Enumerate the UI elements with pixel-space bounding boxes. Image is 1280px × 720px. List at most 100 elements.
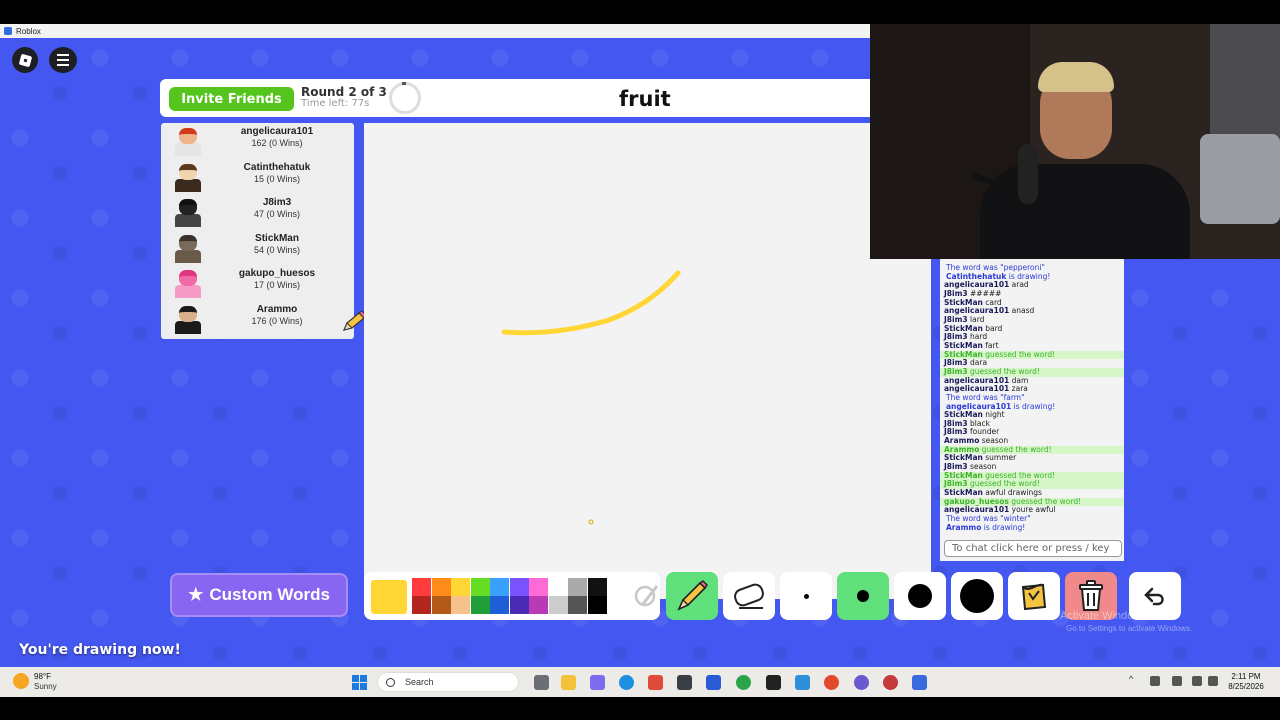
microphone-tray-icon[interactable]	[1172, 676, 1182, 686]
chat-author: angelicaura101	[944, 280, 1010, 290]
discord-icon[interactable]	[854, 675, 869, 690]
color-swatch[interactable]	[490, 578, 509, 596]
chat-author: Catinthehatuk	[946, 271, 1007, 281]
wifi-icon[interactable]	[1192, 676, 1202, 686]
player-row: Arammo 176 (0 Wins)	[161, 301, 354, 337]
windows-start-icon[interactable]	[352, 675, 367, 690]
fill-tool-button[interactable]	[1008, 572, 1060, 620]
chat-text: guessed the word!	[981, 444, 1052, 454]
chat-text: guessed the word!	[970, 479, 1040, 489]
color-swatch[interactable]	[431, 596, 451, 614]
chat-author: angelicaura101	[944, 505, 1010, 515]
chat-author: Arammo	[946, 522, 982, 532]
app-icon-3[interactable]	[795, 675, 810, 690]
color-swatch[interactable]	[509, 578, 529, 596]
player-name: angelicaura101	[240, 126, 314, 137]
chat-author: J8im3	[944, 366, 968, 376]
chat-text: arad	[1011, 280, 1029, 290]
weather-temp: 98°F	[34, 672, 51, 681]
eraser-tool-button[interactable]	[723, 572, 775, 620]
brush-size-medium-button[interactable]	[837, 572, 889, 620]
task-view-icon[interactable]	[534, 675, 549, 690]
chat-text: dam	[1011, 375, 1029, 385]
chat-text: season	[970, 462, 997, 472]
chat-author: Arammo	[944, 436, 980, 446]
clock-date[interactable]: 8/25/2026	[1226, 682, 1266, 691]
color-swatch[interactable]	[431, 578, 451, 596]
timer-ring-icon	[389, 82, 421, 114]
chat-author: angelicaura101	[946, 401, 1012, 411]
color-swatch[interactable]	[412, 578, 431, 596]
store-icon[interactable]	[648, 675, 663, 690]
avatar	[169, 304, 207, 334]
color-swatch[interactable]	[490, 596, 509, 614]
chat-author: angelicaura101	[944, 375, 1010, 385]
copilot-icon[interactable]	[590, 675, 605, 690]
color-swatch[interactable]	[568, 578, 587, 596]
brush-size-xlarge-button[interactable]	[951, 572, 1003, 620]
chat-text: is drawing!	[983, 522, 1026, 532]
color-swatch[interactable]	[587, 596, 607, 614]
chat-log: The word was "pepperoni" Catinthehatuk is…	[940, 258, 1124, 561]
obs-icon[interactable]	[883, 675, 898, 690]
edge-icon[interactable]	[619, 675, 634, 690]
chat-input[interactable]: To chat click here or press / key	[944, 540, 1122, 557]
color-swatch[interactable]	[412, 596, 431, 614]
drawing-canvas[interactable]	[364, 123, 931, 599]
player-name: StickMan	[255, 232, 299, 244]
chat-author: gakupo_huesos	[944, 496, 1009, 506]
chat-author: J8im3	[944, 479, 968, 489]
app-icon[interactable]	[677, 675, 692, 690]
chat-author: Arammo	[944, 444, 980, 454]
chat-text: The word was "winter"	[946, 514, 1031, 524]
color-swatch[interactable]	[470, 578, 490, 596]
invite-friends-button[interactable]: Invite Friends	[169, 87, 294, 111]
app-icon-2[interactable]	[706, 675, 721, 690]
taskbar-search[interactable]: Search	[377, 672, 519, 692]
brush-size-small-button[interactable]	[780, 572, 832, 620]
chat-author: StickMan	[944, 297, 983, 307]
color-swatch[interactable]	[470, 596, 490, 614]
pencil-tool-button[interactable]	[666, 572, 718, 620]
color-swatch[interactable]	[568, 596, 587, 614]
color-swatch[interactable]	[529, 596, 548, 614]
color-swatch[interactable]	[509, 596, 529, 614]
clock-time[interactable]: 2:11 PM	[1226, 672, 1266, 681]
star-icon: ★	[188, 585, 204, 604]
hamburger-menu-icon[interactable]	[49, 47, 77, 73]
chevron-up-icon[interactable]: ^	[1129, 674, 1139, 684]
fill-bucket-icon	[1021, 583, 1047, 611]
chat-author: StickMan	[944, 470, 983, 480]
file-explorer-icon[interactable]	[561, 675, 576, 690]
xbox-icon[interactable]	[736, 675, 751, 690]
x-icon[interactable]	[766, 675, 781, 690]
color-swatch[interactable]	[548, 578, 568, 596]
player-row: J8im3 47 (0 Wins)	[161, 194, 354, 230]
chat-author: J8im3	[944, 427, 968, 437]
brush-palette-icon[interactable]	[634, 580, 660, 610]
player-name: Arammo	[256, 303, 298, 315]
custom-words-button[interactable]: ★ Custom Words	[170, 573, 348, 617]
chat-text: is drawing!	[1008, 271, 1051, 281]
color-swatch[interactable]	[451, 578, 470, 596]
color-swatch[interactable]	[529, 578, 548, 596]
tray-app-icon[interactable]	[1150, 676, 1160, 686]
weather-icon[interactable]	[13, 673, 29, 689]
volume-icon[interactable]	[1208, 676, 1218, 686]
chat-text: awful drawings	[985, 488, 1042, 498]
color-swatch[interactable]	[451, 596, 470, 614]
chat-text: dara	[970, 358, 988, 368]
player-list: angelicaura101 162 (0 Wins) Catinthehatuk 1…	[161, 123, 354, 339]
drawing-strokes	[501, 270, 681, 525]
chrome-icon[interactable]	[824, 675, 839, 690]
brush-size-large-button[interactable]	[894, 572, 946, 620]
roblox-taskbar-icon[interactable]	[912, 675, 927, 690]
player-name: Catinthehatuk	[243, 161, 311, 173]
color-swatch[interactable]	[587, 578, 607, 596]
roblox-app-icon	[4, 27, 12, 35]
color-swatch[interactable]	[548, 596, 568, 614]
chat-author: StickMan	[944, 349, 983, 359]
roblox-menu-icon[interactable]	[12, 47, 38, 73]
chat-author: J8im3	[944, 332, 968, 342]
chat-text: youre awful	[1011, 505, 1056, 515]
